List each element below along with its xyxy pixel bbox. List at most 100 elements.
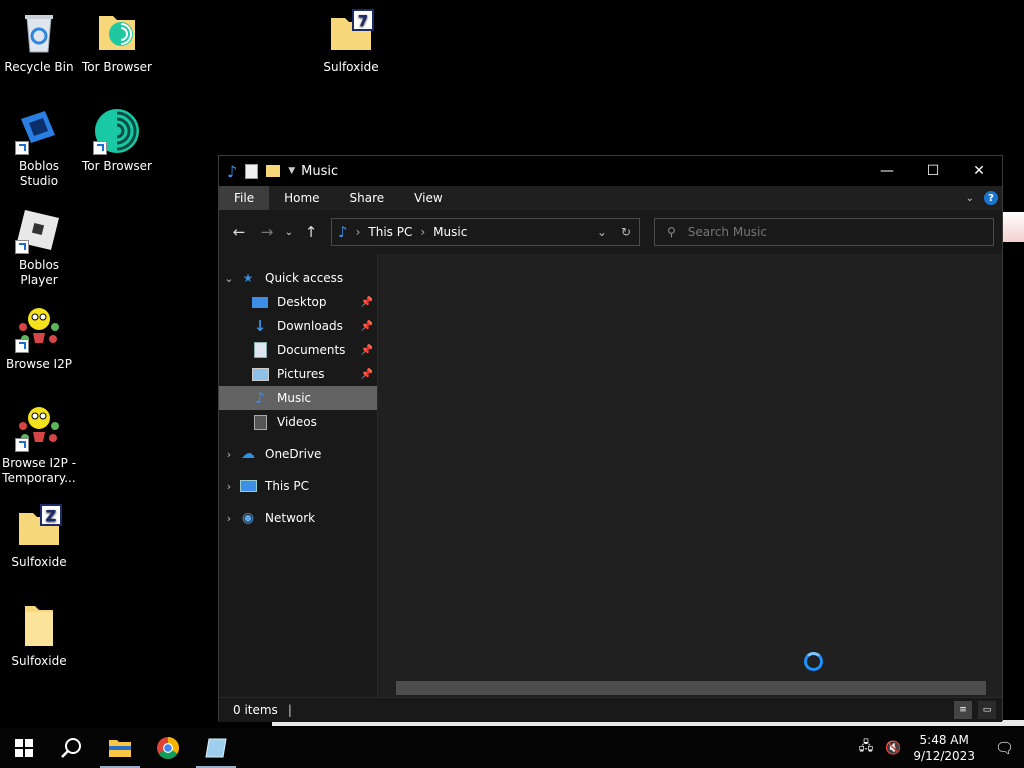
desktop-icon-browse-i2p[interactable]: Browse I2P xyxy=(0,305,78,372)
breadcrumb-separator-icon[interactable]: › xyxy=(420,225,425,239)
desktop-icon-recycle-bin[interactable]: Recycle Bin xyxy=(0,8,78,75)
windows-logo-icon xyxy=(15,739,33,757)
music-note-icon: ♪ xyxy=(227,161,238,181)
minimize-button[interactable]: — xyxy=(864,156,910,186)
desktop-icon-tor-browser-folder[interactable]: Tor Browser xyxy=(78,8,156,75)
file-list-area[interactable] xyxy=(378,254,1002,697)
nav-onedrive[interactable]: › ☁ OneDrive xyxy=(219,442,377,466)
pin-icon[interactable]: 📌 xyxy=(361,345,373,356)
search-box[interactable]: ⚲ xyxy=(654,218,994,246)
shortcut-arrow-icon xyxy=(15,240,29,254)
nav-quick-access[interactable]: ⌄ ★ Quick access xyxy=(219,266,377,290)
nav-item-desktop[interactable]: Desktop 📌 xyxy=(219,290,377,314)
cloud-icon: ☁ xyxy=(241,446,255,462)
help-icon[interactable]: ? xyxy=(984,191,998,205)
collapsed-chevron-icon[interactable]: › xyxy=(219,448,239,461)
maximize-button[interactable]: ☐ xyxy=(910,156,956,186)
nav-network[interactable]: › ◉ Network xyxy=(219,506,377,530)
clock[interactable]: 5:48 AM 9/12/2023 xyxy=(913,732,975,764)
file-explorer-window[interactable]: ♪ ▼ Music — ☐ ✕ File Home Share View ⌄ ?… xyxy=(218,155,1003,722)
window-title: Music xyxy=(301,163,339,179)
tor-browser-icon xyxy=(93,107,141,155)
desktop-icon-browse-i2p-temporary[interactable]: Browse I2P - Temporary... xyxy=(0,404,78,486)
customize-toolbar-chevron-icon[interactable]: ▼ xyxy=(288,166,295,176)
pin-icon[interactable]: 📌 xyxy=(361,369,373,380)
new-folder-icon[interactable] xyxy=(266,165,281,177)
music-note-icon: ♪ xyxy=(255,389,265,407)
forward-arrow-icon[interactable]: → xyxy=(253,223,281,241)
sulfoxide-folder-icon: 7 xyxy=(327,8,375,56)
horizontal-scrollbar[interactable] xyxy=(396,681,986,695)
nav-item-music[interactable]: ♪ Music xyxy=(219,386,377,410)
nav-label: This PC xyxy=(265,479,309,493)
taskbar-app[interactable] xyxy=(192,728,240,768)
nav-label: Videos xyxy=(277,415,317,429)
desktop-icon-label: Sulfoxide xyxy=(323,60,379,74)
desktop-icon-sulfoxide-plain[interactable]: Sulfoxide xyxy=(0,602,78,669)
taskbar-chrome[interactable] xyxy=(144,728,192,768)
tab-view[interactable]: View xyxy=(399,186,457,210)
expanded-chevron-icon[interactable]: ⌄ xyxy=(219,272,239,285)
taskbar-file-explorer[interactable] xyxy=(96,728,144,768)
start-button[interactable] xyxy=(0,728,48,768)
recent-locations-chevron-icon[interactable]: ⌄ xyxy=(281,227,297,238)
address-history-chevron-icon[interactable]: ⌄ xyxy=(597,225,607,239)
tab-file[interactable]: File xyxy=(219,186,270,210)
shortcut-arrow-icon xyxy=(15,141,29,155)
properties-icon[interactable] xyxy=(245,163,259,179)
title-bar[interactable]: ♪ ▼ Music — ☐ ✕ xyxy=(219,156,1002,186)
up-arrow-icon[interactable]: ↑ xyxy=(297,223,325,241)
collapsed-chevron-icon[interactable]: › xyxy=(219,480,239,493)
search-input[interactable] xyxy=(685,224,950,240)
close-button[interactable]: ✕ xyxy=(956,156,1002,186)
film-icon xyxy=(251,414,269,430)
nav-item-documents[interactable]: Documents 📌 xyxy=(219,338,377,362)
back-arrow-icon[interactable]: ← xyxy=(225,223,253,241)
notification-center-icon[interactable]: 🗨 xyxy=(995,739,1014,757)
network-status-icon[interactable]: 🖧 xyxy=(859,737,874,759)
desktop-icon-boblos-player[interactable]: Boblos Player xyxy=(0,206,78,288)
folder-icon xyxy=(15,602,63,650)
status-bar: 0 items | ≡ ▭ xyxy=(219,697,1002,722)
nav-label: Music xyxy=(277,391,312,405)
expand-ribbon-chevron-icon[interactable]: ⌄ xyxy=(966,193,974,204)
desktop-icon-sulfoxide-top[interactable]: 7 Sulfoxide xyxy=(312,8,390,75)
loading-spinner-icon xyxy=(804,652,823,671)
large-icons-view-icon[interactable]: ▭ xyxy=(978,701,996,719)
desktop-icon-boblos-studio[interactable]: Boblos Studio xyxy=(0,107,78,189)
nav-item-videos[interactable]: Videos xyxy=(219,410,377,434)
navigation-pane: ⌄ ★ Quick access Desktop 📌 ↓ Downloads 📌… xyxy=(219,254,378,697)
collapsed-chevron-icon[interactable]: › xyxy=(219,512,239,525)
nav-item-pictures[interactable]: Pictures 📌 xyxy=(219,362,377,386)
desktop-icon-sulfoxide-z[interactable]: Z Sulfoxide xyxy=(0,503,78,570)
tab-home[interactable]: Home xyxy=(269,186,334,210)
volume-muted-icon[interactable]: 🔇 xyxy=(885,741,901,756)
taskbar: 🖧 🔇 5:48 AM 9/12/2023 🗨 xyxy=(0,728,1024,768)
refresh-icon[interactable]: ↻ xyxy=(621,225,631,239)
pin-icon[interactable]: 📌 xyxy=(361,297,373,308)
desktop-icon-label: Recycle Bin xyxy=(4,60,74,74)
svg-text:Z: Z xyxy=(46,507,57,525)
ribbon-tabs: File Home Share View ⌄ ? xyxy=(219,186,1002,210)
address-bar[interactable]: ♪ › This PC › Music ⌄ ↻ xyxy=(331,218,640,246)
breadcrumb-separator-icon[interactable]: › xyxy=(356,225,361,239)
pin-icon[interactable]: 📌 xyxy=(361,321,373,332)
breadcrumb-music[interactable]: Music xyxy=(433,225,467,239)
network-icon: ◉ xyxy=(241,510,255,526)
boblos-player-icon xyxy=(15,206,63,254)
breadcrumb-this-pc[interactable]: This PC xyxy=(368,225,412,239)
item-count: 0 items xyxy=(233,703,278,717)
tab-share[interactable]: Share xyxy=(335,186,400,210)
nav-this-pc[interactable]: › This PC xyxy=(219,474,377,498)
desktop-icon-tor-browser[interactable]: Tor Browser xyxy=(78,107,156,174)
search-icon xyxy=(61,738,81,758)
search-button[interactable] xyxy=(48,728,96,768)
shortcut-arrow-icon xyxy=(93,141,107,155)
details-view-icon[interactable]: ≡ xyxy=(954,701,972,719)
nav-item-downloads[interactable]: ↓ Downloads 📌 xyxy=(219,314,377,338)
desktop-icon xyxy=(251,294,269,310)
nav-label: Pictures xyxy=(277,367,325,381)
shortcut-arrow-icon xyxy=(15,438,29,452)
desktop-icon-label: Boblos Studio xyxy=(18,159,60,188)
music-note-icon: ♪ xyxy=(338,223,348,241)
